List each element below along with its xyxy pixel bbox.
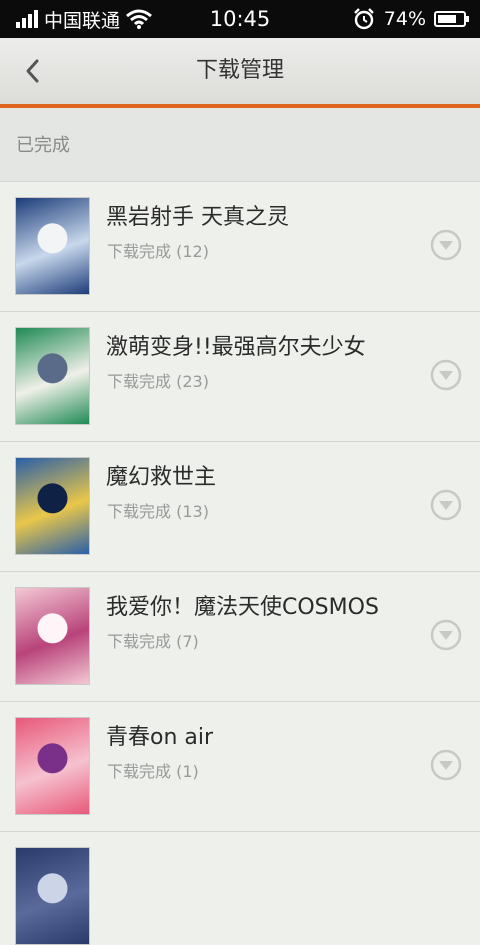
manga-cover-0 <box>15 197 90 295</box>
expand-menu-icon[interactable] <box>429 488 463 522</box>
manga-cover-4 <box>15 717 90 815</box>
item-status: 下载完成 (7) <box>107 632 199 651</box>
item-status: 下载完成 (13) <box>107 502 209 521</box>
battery-fill <box>438 15 456 23</box>
alarm-icon <box>353 8 374 30</box>
expand-menu-icon[interactable] <box>429 618 463 652</box>
item-title: 我爱你！魔法天使COSMOS <box>106 595 379 620</box>
expand-menu-icon[interactable] <box>429 748 463 782</box>
item-status: 下载完成 (23) <box>107 372 209 391</box>
manga-cover-1 <box>15 327 90 425</box>
section-header: 已完成 <box>0 108 480 182</box>
page-title: 下载管理 <box>195 58 284 83</box>
manga-cover-2 <box>15 457 90 555</box>
manga-cover-3 <box>15 587 90 685</box>
status-right: 74% <box>352 0 469 38</box>
item-status: 下载完成 (1) <box>107 762 199 781</box>
section-label: 已完成 <box>16 135 70 156</box>
item-title: 青春on air <box>106 725 214 750</box>
battery-icon <box>434 11 469 27</box>
nav-bar: 下载管理 <box>0 38 480 108</box>
expand-menu-icon[interactable] <box>429 358 463 392</box>
download-list: 黑岩射手 天真之灵 下载完成 (12) 激萌变身!!最强高尔夫少女 下载完成 (… <box>0 182 480 945</box>
status-bar: 中国联通 10:45 74% <box>0 0 480 38</box>
list-item[interactable]: 魔幻救世主 下载完成 (13) <box>0 442 480 572</box>
item-status: 下载完成 (12) <box>107 242 209 261</box>
item-title: 魔幻救世主 <box>106 465 217 490</box>
manga-cover-5 <box>15 847 90 945</box>
list-item[interactable] <box>0 832 480 945</box>
battery-percent: 74% <box>383 8 426 30</box>
list-item[interactable]: 黑岩射手 天真之灵 下载完成 (12) <box>0 182 480 312</box>
list-item[interactable]: 激萌变身!!最强高尔夫少女 下载完成 (23) <box>0 312 480 442</box>
list-item[interactable]: 青春on air 下载完成 (1) <box>0 702 480 832</box>
expand-menu-icon[interactable] <box>429 228 463 262</box>
item-title: 黑岩射手 天真之灵 <box>106 205 289 230</box>
list-item[interactable]: 我爱你！魔法天使COSMOS 下载完成 (7) <box>0 572 480 702</box>
item-title: 激萌变身!!最强高尔夫少女 <box>106 335 366 360</box>
